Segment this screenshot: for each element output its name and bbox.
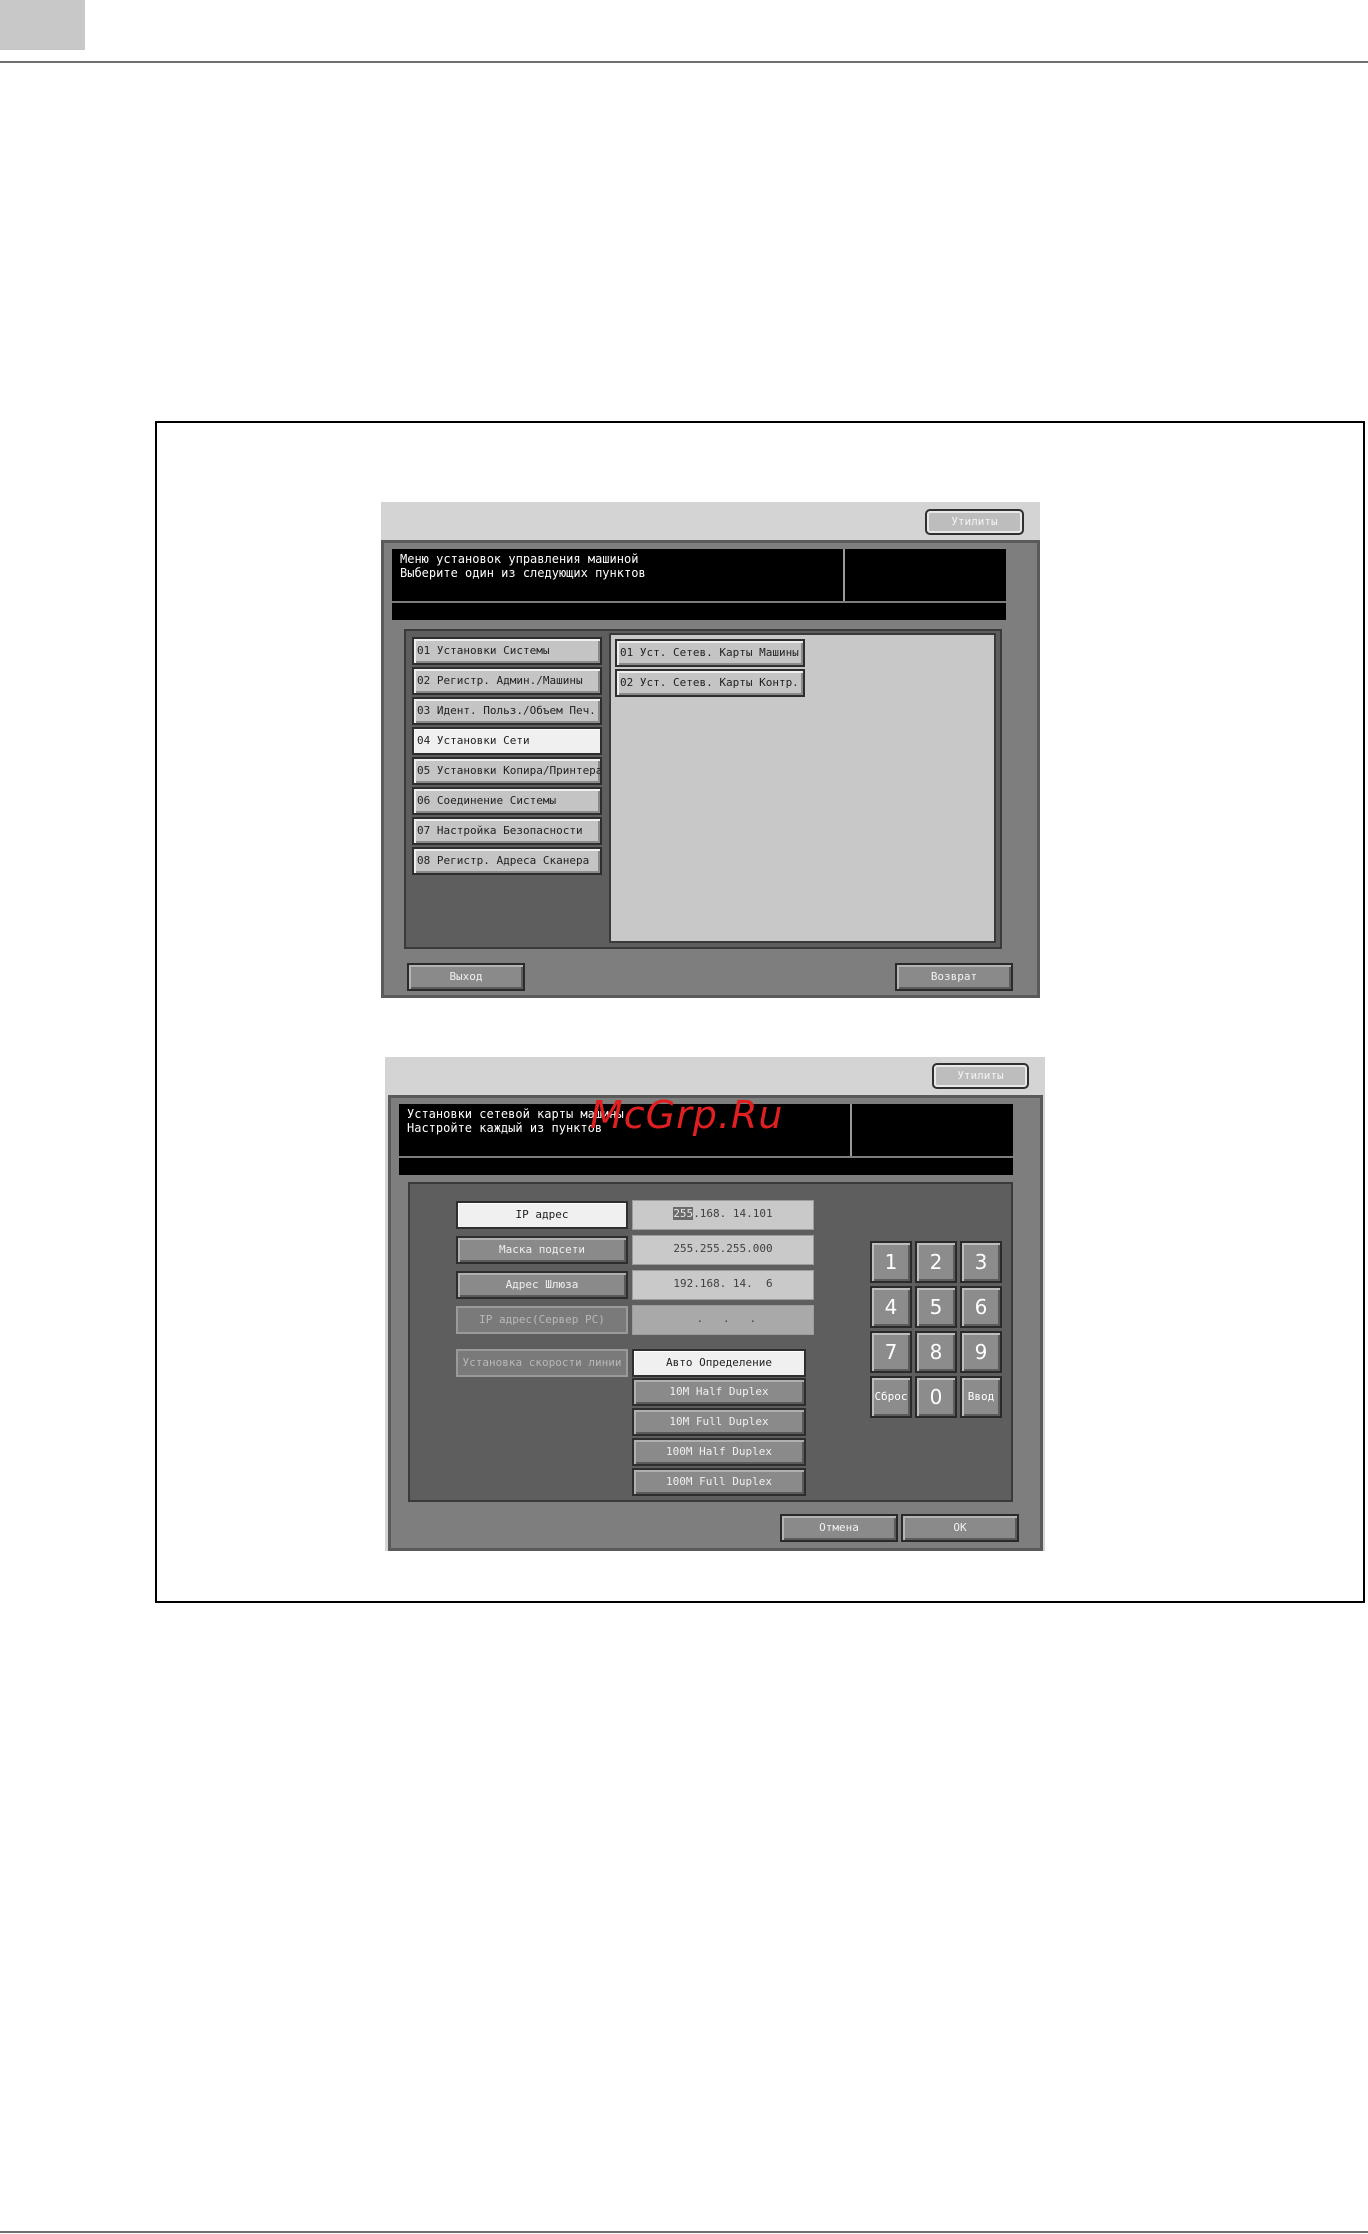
- ip-server-pc-value: . . .: [632, 1305, 814, 1335]
- speed-100m-full-button[interactable]: 100M Full Duplex: [632, 1468, 806, 1496]
- menu-item-copier-printer-settings[interactable]: 05 Установки Копира/Принтера: [412, 757, 602, 785]
- main-panel-2: Установки сетевой карты машины Настройте…: [388, 1095, 1043, 1551]
- key-8[interactable]: 8: [915, 1331, 957, 1373]
- key-2[interactable]: 2: [915, 1241, 957, 1283]
- gateway-address-button[interactable]: Адрес Шлюза: [456, 1271, 628, 1299]
- message-line-2: Выберите один из следующих пунктов: [400, 566, 646, 580]
- submenu-machine-nic[interactable]: 01 Уст. Сетев. Карты Машины: [615, 639, 805, 667]
- page-corner-block: [0, 0, 85, 50]
- message-area: Меню установок управления машиной Выбери…: [392, 549, 843, 601]
- key-9[interactable]: 9: [960, 1331, 1002, 1373]
- submenu-controller-nic[interactable]: 02 Уст. Сетев. Карты Контр.: [615, 669, 805, 697]
- ip-address-rest: .168. 14.101: [693, 1207, 773, 1220]
- utilities-button[interactable]: Утилиты: [925, 509, 1024, 535]
- key-reset[interactable]: Сброс: [870, 1376, 912, 1418]
- speed-100m-half-button[interactable]: 100M Half Duplex: [632, 1438, 806, 1466]
- key-6[interactable]: 6: [960, 1286, 1002, 1328]
- gateway-address-value: 192.168. 14. 6: [632, 1270, 814, 1300]
- ip-address-cursor-part: 255: [673, 1207, 694, 1220]
- ip-address-button[interactable]: IP адрес: [456, 1201, 628, 1229]
- key-4[interactable]: 4: [870, 1286, 912, 1328]
- speed-auto-detect-button[interactable]: Авто Определение: [632, 1349, 806, 1377]
- menu-item-system-connection[interactable]: 06 Соединение Системы: [412, 787, 602, 815]
- cancel-button[interactable]: Отмена: [780, 1514, 898, 1542]
- menu-item-user-auth[interactable]: 03 Идент. Польз./Объем Печ.: [412, 697, 602, 725]
- footer-rule: [0, 2231, 1368, 2233]
- menu-item-network-settings[interactable]: 04 Установки Сети: [412, 727, 602, 755]
- menu-item-security-settings[interactable]: 07 Настройка Безопасности: [412, 817, 602, 845]
- message-line-2b: Настройте каждый из пунктов: [407, 1121, 603, 1135]
- key-0[interactable]: 0: [915, 1376, 957, 1418]
- machine-settings-screen: Утилиты Меню установок управления машино…: [381, 502, 1040, 998]
- line-speed-label: Установка скорости линии: [456, 1349, 628, 1377]
- key-enter[interactable]: Ввод: [960, 1376, 1002, 1418]
- speed-10m-half-button[interactable]: 10M Half Duplex: [632, 1378, 806, 1406]
- ok-button[interactable]: OK: [901, 1514, 1019, 1542]
- subnet-mask-value: 255.255.255.000: [632, 1235, 814, 1265]
- ip-address-value: 255.168. 14.101: [632, 1200, 814, 1230]
- ip-server-pc-button: IP адрес(Сервер РС): [456, 1306, 628, 1334]
- menu-item-scanner-address[interactable]: 08 Регистр. Адреса Сканера: [412, 847, 602, 875]
- submenu-area: 01 Уст. Сетев. Карты Машины 02 Уст. Сете…: [609, 633, 996, 943]
- subnet-mask-button[interactable]: Маска подсети: [456, 1236, 628, 1264]
- message-status-bar-2: [399, 1158, 1013, 1175]
- settings-area: IP адрес Маска подсети Адрес Шлюза IP ад…: [408, 1182, 1013, 1502]
- message-line-1: Меню установок управления машиной: [400, 552, 639, 566]
- watermark: McGrp.Ru: [590, 1093, 784, 1137]
- menu-item-system-settings[interactable]: 01 Установки Системы: [412, 637, 602, 665]
- key-3[interactable]: 3: [960, 1241, 1002, 1283]
- message-status-bar: [392, 603, 1006, 620]
- utilities-button-2[interactable]: Утилиты: [932, 1063, 1029, 1089]
- message-side-area-2: [850, 1104, 1013, 1156]
- menu-item-admin-registration[interactable]: 02 Регистр. Админ./Машины: [412, 667, 602, 695]
- key-7[interactable]: 7: [870, 1331, 912, 1373]
- main-panel: Меню установок управления машиной Выбери…: [381, 540, 1040, 998]
- key-5[interactable]: 5: [915, 1286, 957, 1328]
- message-side-area: [843, 549, 1006, 601]
- menu-area: 01 Установки Системы 02 Регистр. Админ./…: [404, 629, 1002, 949]
- header-rule: [0, 61, 1368, 63]
- speed-10m-full-button[interactable]: 10M Full Duplex: [632, 1408, 806, 1436]
- key-1[interactable]: 1: [870, 1241, 912, 1283]
- exit-button[interactable]: Выход: [407, 963, 525, 991]
- return-button[interactable]: Возврат: [895, 963, 1013, 991]
